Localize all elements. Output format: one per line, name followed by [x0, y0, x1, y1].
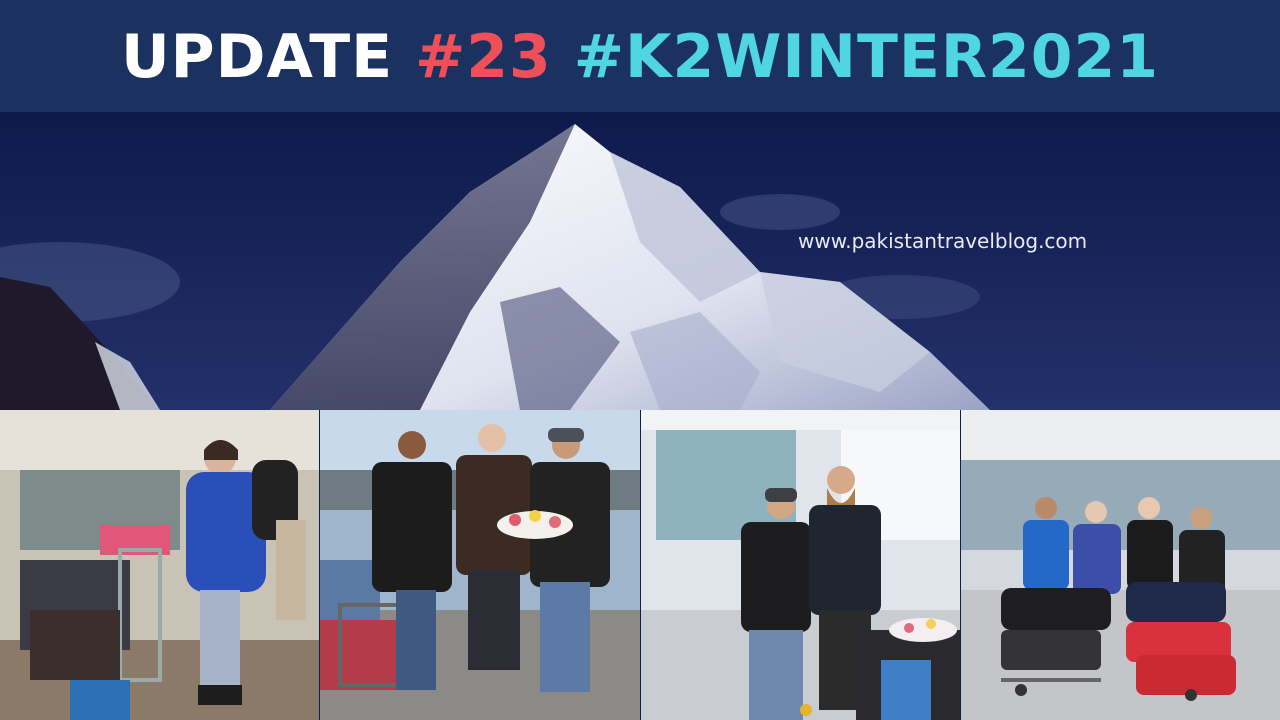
headline: UPDATE #23 #K2WINTER2021: [121, 27, 1159, 87]
photo-terminal-greeting: [641, 410, 960, 720]
photo-team-with-luggage: [961, 410, 1280, 720]
mountain-illustration: [0, 112, 1280, 410]
headline-hashtag: #K2WINTER2021: [573, 22, 1160, 92]
website-url: www.pakistantravelblog.com: [798, 229, 1088, 253]
hero-mountain-image: www.pakistantravelblog.com: [0, 112, 1280, 410]
headline-update: UPDATE: [120, 22, 394, 92]
headline-number: #23: [415, 22, 552, 92]
photo-outdoor-welcome: [320, 410, 640, 720]
photo-collage: [0, 410, 1280, 720]
photo-airport-arrival-1: [0, 410, 319, 720]
title-banner: UPDATE #23 #K2WINTER2021: [0, 0, 1280, 112]
